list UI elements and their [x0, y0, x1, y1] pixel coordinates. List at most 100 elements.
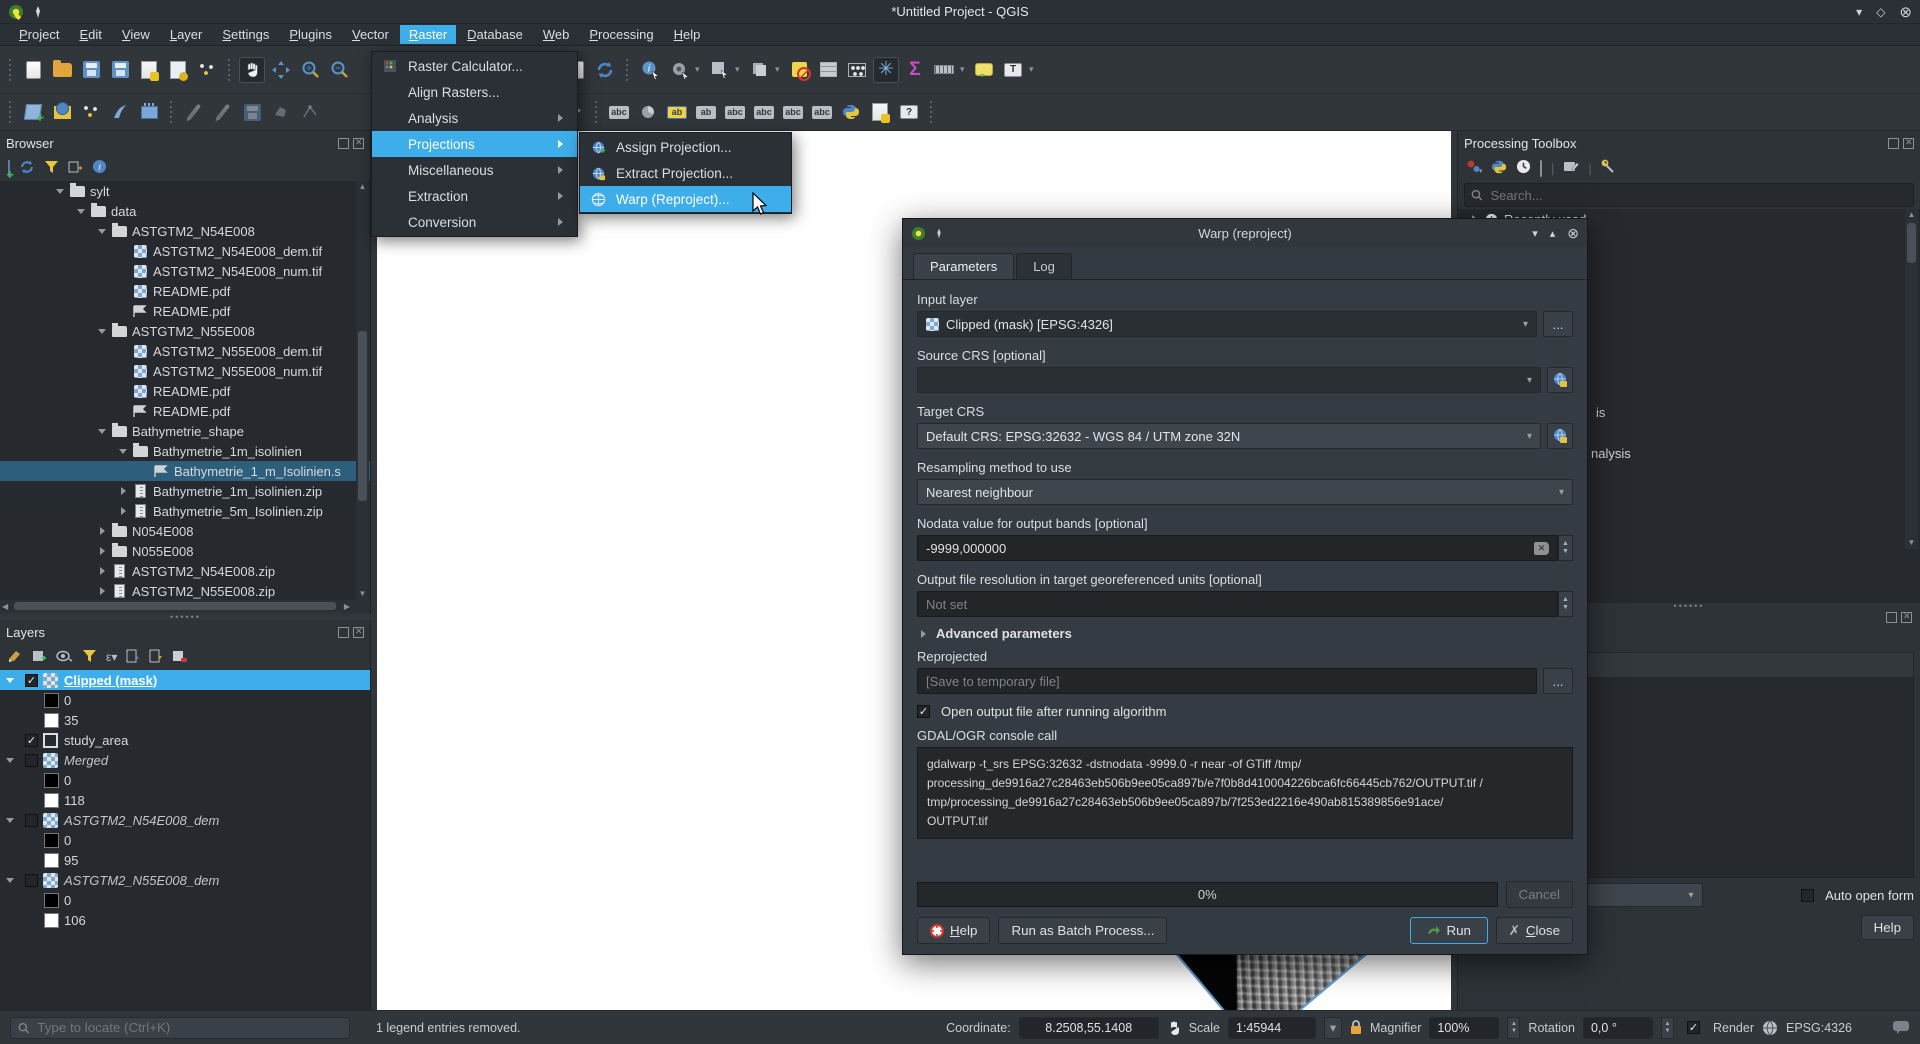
select-features-icon[interactable] [706, 57, 732, 83]
deselect-features-icon[interactable] [746, 57, 772, 83]
locate-input[interactable] [35, 1019, 342, 1036]
advanced-expander-icon[interactable] [921, 630, 930, 638]
options-wrench-icon[interactable] [1601, 159, 1617, 177]
toggle-editing-icon[interactable] [210, 99, 236, 125]
close-panel-icon[interactable] [353, 627, 364, 638]
save-project-as-icon[interactable] [107, 57, 133, 83]
layer-item[interactable]: ASTGTM2_N55E008_dem [0, 870, 370, 890]
statistical-summary-icon[interactable] [844, 57, 870, 83]
toolbar-grip[interactable] [7, 101, 14, 123]
magnifier-input[interactable]: 100% [1429, 1017, 1499, 1039]
dialog-close-icon[interactable]: ⊗ [1567, 225, 1579, 242]
clear-value-icon[interactable]: ✕ [1534, 542, 1549, 555]
add-selected-layers-icon[interactable] [8, 161, 10, 176]
tree-item[interactable]: Bathymetrie_1m_isolinien.zip [0, 481, 370, 501]
identify-help-button[interactable]: Help [1861, 915, 1914, 940]
history-icon[interactable] [1516, 159, 1531, 177]
zoom-full-icon[interactable] [268, 57, 294, 83]
cancel-button[interactable]: Cancel [1506, 881, 1574, 908]
tree-item[interactable]: README.pdf [0, 281, 370, 301]
remove-layer-icon[interactable] [172, 649, 187, 666]
close-button[interactable]: ✗ Close [1496, 917, 1573, 944]
toolbar-grip[interactable] [7, 59, 14, 81]
processing-toolbox-icon[interactable]: ✳ [873, 57, 899, 83]
edit-features-inplace-icon[interactable] [1563, 160, 1579, 177]
text-annotation-icon[interactable]: T [1000, 57, 1026, 83]
open-layer-styling-icon[interactable] [8, 649, 23, 666]
layer-labeling-icon[interactable]: ab [664, 99, 690, 125]
menu-edit[interactable]: Edit [70, 25, 110, 44]
target-crs-combo[interactable]: Default CRS: EPSG:32632 - WGS 84 / UTM z… [917, 423, 1541, 449]
menu-item-align-rasters[interactable]: Align Rasters... [372, 79, 577, 105]
tree-item[interactable]: README.pdf [0, 401, 370, 421]
add-delimited-text-icon[interactable] [78, 99, 104, 125]
filter-expression-icon[interactable]: ε▾ [106, 650, 117, 664]
run-button[interactable]: Run [1410, 917, 1488, 944]
refresh-icon[interactable] [592, 57, 618, 83]
nodata-input[interactable]: -9999,000000 ✕ [917, 535, 1558, 561]
float-panel-icon[interactable] [338, 138, 349, 149]
zoom-out-icon[interactable] [326, 57, 352, 83]
menu-vector[interactable]: Vector [343, 25, 398, 44]
layer-checkbox[interactable]: ✓ [25, 734, 38, 747]
toolbar-grip[interactable] [226, 59, 233, 81]
toolbox-vertical-scrollbar[interactable]: ▲ ▼ [1905, 209, 1918, 549]
toolbar-grip[interactable] [624, 59, 631, 81]
select-crs-icon[interactable] [1547, 367, 1573, 393]
float-panel-icon[interactable] [1888, 138, 1899, 149]
save-edits-icon[interactable] [239, 99, 265, 125]
tree-item[interactable]: Bathymetrie_1m_isolinien [0, 441, 370, 461]
remove-annotations-icon[interactable] [786, 57, 812, 83]
label-visibility-icon[interactable]: abc [722, 99, 748, 125]
menu-help[interactable]: Help [665, 25, 710, 44]
collapse-all-icon[interactable] [68, 160, 83, 177]
menu-item-assign-projection[interactable]: Assign Projection... [580, 134, 791, 160]
float-panel-icon[interactable] [1886, 612, 1897, 623]
refresh-browser-icon[interactable] [19, 159, 35, 178]
close-panel-icon[interactable] [1903, 138, 1914, 149]
menu-item-raster-calculator[interactable]: Raster Calculator... [372, 53, 577, 79]
toolbox-item-fragment[interactable]: nalysis [1591, 446, 1631, 461]
menu-item-projections[interactable]: Projections [372, 131, 577, 157]
tree-item[interactable]: ASTGTM2_N55E008.zip [0, 581, 370, 600]
open-project-icon[interactable] [49, 57, 75, 83]
tree-item[interactable]: ASTGTM2_N55E008_num.tif [0, 361, 370, 381]
browser-horizontal-scrollbar[interactable]: ◀ ▶ [0, 600, 370, 612]
menu-settings[interactable]: Settings [213, 25, 278, 44]
open-attribute-table-icon[interactable] [815, 57, 841, 83]
menu-item-extract-projection[interactable]: Extract Projection... [580, 160, 791, 186]
menu-database[interactable]: Database [458, 25, 532, 44]
float-panel-icon[interactable] [338, 627, 349, 638]
expand-all-icon[interactable] [126, 649, 140, 666]
select-crs-icon[interactable] [1547, 423, 1573, 449]
auto-open-checkbox[interactable] [1801, 889, 1814, 902]
menu-item-miscellaneous[interactable]: Miscellaneous [372, 157, 577, 183]
lock-icon[interactable] [1350, 1020, 1362, 1035]
layer-item-selected[interactable]: ✓ Clipped (mask) [0, 670, 370, 690]
tree-item[interactable]: ASTGTM2_N54E008 [0, 221, 370, 241]
run-feature-action-icon[interactable] [666, 57, 692, 83]
python-console-icon[interactable] [838, 99, 864, 125]
tree-item-selected[interactable]: Bathymetrie_1_m_Isolinien.s [0, 461, 370, 481]
crs-globe-icon[interactable] [1762, 1020, 1778, 1036]
toolbox-item-fragment[interactable]: is [1596, 405, 1605, 420]
menu-view[interactable]: View [113, 25, 159, 44]
style-manager-icon[interactable] [194, 57, 220, 83]
tree-item[interactable]: README.pdf [0, 301, 370, 321]
add-mesh-layer-icon[interactable] [136, 99, 162, 125]
vertex-tool-icon[interactable] [297, 99, 323, 125]
label-highlight-icon[interactable]: abc [780, 99, 806, 125]
add-vector-layer-icon[interactable] [20, 99, 46, 125]
tab-parameters[interactable]: Parameters [913, 253, 1014, 279]
crs-status[interactable]: EPSG:4326 [1786, 1021, 1852, 1035]
add-gpx-layer-icon[interactable] [107, 99, 133, 125]
input-layer-more-button[interactable]: ... [1543, 311, 1573, 337]
locate-box[interactable] [10, 1017, 350, 1039]
resolution-input[interactable]: Not set [917, 591, 1558, 617]
tree-item[interactable]: ASTGTM2_N54E008_dem.tif [0, 241, 370, 261]
results-viewer-icon[interactable] [1540, 161, 1542, 176]
advanced-parameters-label[interactable]: Advanced parameters [936, 626, 1072, 641]
tree-item[interactable]: README.pdf [0, 381, 370, 401]
tab-log[interactable]: Log [1016, 253, 1072, 279]
layer-item[interactable]: Merged [0, 750, 370, 770]
